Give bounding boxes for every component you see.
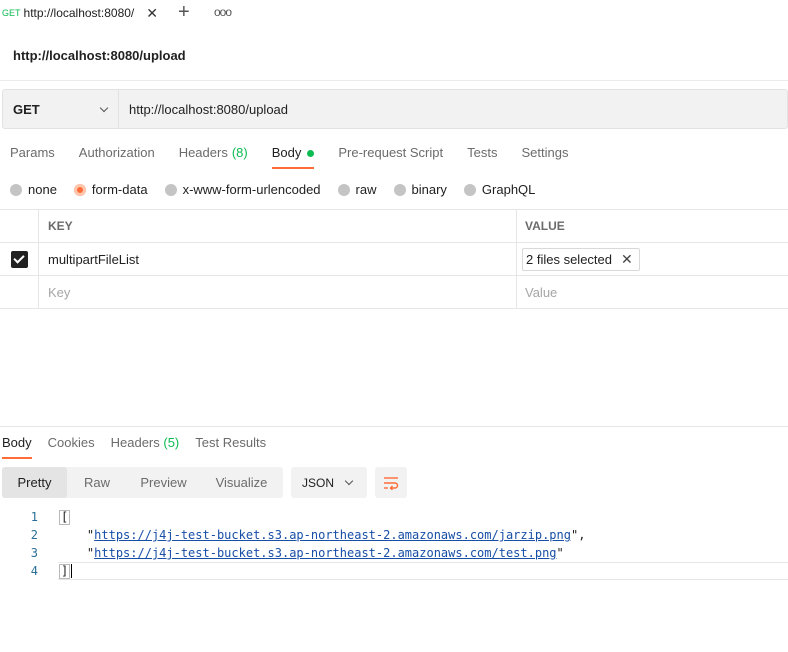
- tab-body[interactable]: Body: [271, 145, 315, 169]
- view-mode-preview[interactable]: Preview: [127, 467, 200, 498]
- close-icon[interactable]: ✕: [621, 251, 633, 268]
- response-tabs: Body Cookies Headers (5) Test Results: [2, 435, 282, 459]
- column-header-value: VALUE: [525, 219, 565, 233]
- tab-method: GET: [2, 8, 21, 18]
- response-tab-headers[interactable]: Headers (5): [111, 435, 180, 459]
- divider: [0, 80, 788, 81]
- key-cell[interactable]: multipartFileList: [48, 252, 139, 267]
- value-placeholder[interactable]: Value: [525, 285, 557, 300]
- tab-headers[interactable]: Headers (8): [179, 145, 248, 169]
- radio-icon: [463, 183, 476, 196]
- view-mode-group: Pretty Raw Preview Visualize: [2, 467, 283, 498]
- radio-graphql[interactable]: GraphQL: [463, 182, 535, 197]
- response-tab-test-results[interactable]: Test Results: [195, 435, 266, 459]
- request-tab[interactable]: GET http://localhost:8080/ ✕: [0, 0, 168, 26]
- url-link[interactable]: https://j4j-test-bucket.s3.ap-northeast-…: [94, 546, 556, 560]
- response-tab-body[interactable]: Body: [2, 435, 32, 459]
- view-mode-pretty[interactable]: Pretty: [2, 467, 67, 498]
- tab-params[interactable]: Params: [10, 145, 55, 169]
- wrap-lines-icon: [384, 476, 399, 490]
- line-number: 4: [30, 564, 38, 578]
- status-dot-icon: [307, 150, 315, 157]
- radio-selected-icon: [73, 183, 86, 196]
- tab-pre-request-script[interactable]: Pre-request Script: [338, 145, 443, 169]
- plus-icon[interactable]: +: [178, 2, 190, 22]
- column-header-key: KEY: [48, 219, 73, 233]
- open-bracket: [: [59, 509, 71, 525]
- url-bar: GET: [2, 89, 788, 129]
- wrap-lines-button[interactable]: [375, 467, 407, 498]
- radio-icon: [393, 183, 406, 196]
- tab-settings[interactable]: Settings: [521, 145, 568, 169]
- response-body-editor[interactable]: 1 [ 2 "https://j4j-test-bucket.s3.ap-nor…: [0, 508, 788, 580]
- more-icon[interactable]: ooo: [214, 5, 232, 19]
- text-caret: [71, 564, 73, 578]
- view-mode-visualize[interactable]: Visualize: [200, 467, 283, 498]
- radio-none[interactable]: none: [10, 182, 57, 197]
- table-row-empty: Key Value: [0, 276, 788, 309]
- headers-count: (8): [231, 145, 248, 160]
- form-data-table: KEY VALUE multipartFileList 2 files sele…: [0, 209, 788, 309]
- row-checkbox[interactable]: [10, 250, 28, 268]
- chevron-down-icon: [344, 476, 354, 486]
- tab-url: http://localhost:8080/: [23, 6, 135, 20]
- chevron-down-icon: [99, 103, 109, 112]
- radio-icon: [337, 183, 350, 196]
- close-icon[interactable]: ✕: [146, 5, 158, 22]
- line-number: 1: [30, 510, 38, 524]
- language-label: JSON: [302, 475, 335, 490]
- method-select[interactable]: GET: [3, 90, 119, 128]
- line-number: 3: [30, 546, 38, 560]
- url-link[interactable]: https://j4j-test-bucket.s3.ap-northeast-…: [94, 528, 571, 542]
- key-placeholder[interactable]: Key: [48, 285, 70, 300]
- close-bracket: ]: [59, 563, 71, 579]
- request-title[interactable]: http://localhost:8080/upload: [13, 48, 186, 63]
- active-line-highlight: [58, 562, 788, 580]
- code-line: 2 "https://j4j-test-bucket.s3.ap-northea…: [0, 526, 788, 544]
- tab-tests[interactable]: Tests: [467, 145, 497, 169]
- table-header-row: KEY VALUE: [0, 210, 788, 243]
- response-tab-cookies[interactable]: Cookies: [48, 435, 95, 459]
- code-line: 3 "https://j4j-test-bucket.s3.ap-northea…: [0, 544, 788, 562]
- radio-raw[interactable]: raw: [337, 182, 377, 197]
- code-line: 1 [: [0, 508, 788, 526]
- radio-icon: [164, 183, 177, 196]
- radio-icon: [10, 183, 22, 196]
- tab-authorization[interactable]: Authorization: [79, 145, 155, 169]
- response-headers-count: (5): [163, 435, 180, 450]
- tab-bar: GET http://localhost:8080/ ✕: [0, 0, 788, 26]
- view-mode-raw[interactable]: Raw: [67, 467, 127, 498]
- radio-x-www-form-urlencoded[interactable]: x-www-form-urlencoded: [164, 182, 321, 197]
- table-row: multipartFileList 2 files selected ✕: [0, 243, 788, 276]
- files-selected-label: 2 files selected: [526, 251, 612, 267]
- request-tabs: Params Authorization Headers (8) Body Pre…: [10, 145, 592, 169]
- language-select[interactable]: JSON: [291, 467, 367, 498]
- code-line: 4 ]: [0, 562, 788, 580]
- files-selected-chip[interactable]: 2 files selected ✕: [522, 247, 640, 271]
- response-divider: [0, 426, 788, 427]
- radio-binary[interactable]: binary: [393, 182, 447, 197]
- method-label: GET: [13, 101, 40, 117]
- radio-form-data[interactable]: form-data: [73, 182, 148, 197]
- url-input[interactable]: [119, 90, 787, 128]
- body-type-radios: none form-data x-www-form-urlencoded raw…: [10, 182, 552, 197]
- line-number: 2: [30, 528, 38, 542]
- header-check-cell: [0, 210, 39, 242]
